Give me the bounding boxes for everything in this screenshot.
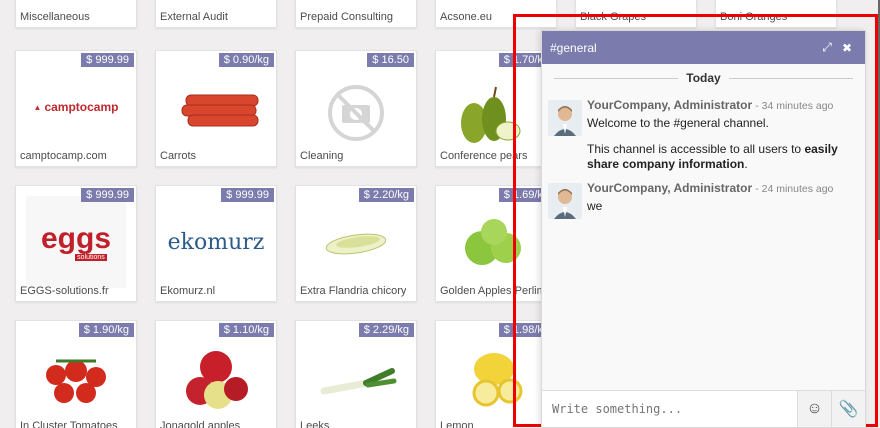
avatar[interactable] <box>548 100 582 136</box>
chat-message: YourCompany, Administrator - 24 minutes … <box>542 181 865 220</box>
price-badge: $ 16.50 <box>367 53 414 67</box>
product-name: Leeks <box>300 420 330 428</box>
message-text: Welcome to the #general channel. <box>587 116 769 130</box>
message-author[interactable]: YourCompany, Administrator <box>587 98 752 112</box>
product-name: camptocamp.com <box>20 150 107 162</box>
price-badge: $ 999.99 <box>81 188 134 202</box>
product-card[interactable]: ekomurz $ 999.99 Ekomurz.nl <box>155 185 277 302</box>
product-card[interactable]: Prepaid Consulting <box>295 0 417 28</box>
date-label: Today <box>678 71 729 85</box>
product-card[interactable]: $ 2.20/kg Extra Flandria chicory <box>295 185 417 302</box>
chicory-image <box>306 196 406 288</box>
product-card[interactable]: $ 16.50 Cleaning <box>295 50 417 167</box>
product-name: Lemon <box>440 420 474 428</box>
emoji-icon[interactable]: ☺ <box>797 391 831 427</box>
eggs-logo: eggs solutions <box>26 196 126 288</box>
price-badge: $ 1.10/kg <box>218 323 274 337</box>
product-name: External Audit <box>160 11 228 23</box>
product-name: EGGS-solutions.fr <box>20 285 109 297</box>
avatar[interactable] <box>548 183 582 220</box>
ekomurz-logo: ekomurz <box>166 196 266 288</box>
product-name: Miscellaneous <box>20 11 90 23</box>
price-badge: $ 0.90/kg <box>218 53 274 67</box>
product-name: In Cluster Tomatoes <box>20 420 118 428</box>
logo-text: eggs <box>40 221 112 255</box>
product-name: Ekomurz.nl <box>160 285 216 297</box>
product-name: Jonagold apples <box>160 420 241 428</box>
product-card[interactable]: $ 0.90/kg Carrots <box>155 50 277 167</box>
message-time: - 34 minutes ago <box>755 100 834 112</box>
camptocamp-logo: ▲ camptocamp <box>33 100 119 114</box>
chat-header[interactable]: #general ⤢ ✖ <box>542 31 865 64</box>
logo-sub: solutions <box>75 253 107 261</box>
message-text-part: This channel is accessible to all users … <box>587 142 805 157</box>
price-badge: $ 999.99 <box>81 53 134 67</box>
product-card[interactable]: $ 1.10/kg Jonagold apples <box>155 320 277 428</box>
product-name: Carrots <box>160 150 197 162</box>
product-card[interactable]: Miscellaneous <box>15 0 137 28</box>
message-text: we <box>587 199 603 214</box>
chat-composer: ☺ 📎 <box>542 390 865 427</box>
product-name: Acsone.eu <box>440 11 492 23</box>
price-badge: $ 1.90/kg <box>78 323 134 337</box>
leeks-image <box>306 331 406 423</box>
price-badge: $ 999.99 <box>221 188 274 202</box>
product-name: Cleaning <box>300 150 344 162</box>
logo-text: camptocamp <box>44 100 119 114</box>
logo-text: ekomurz <box>167 229 265 255</box>
chat-message: YourCompany, Administrator - 34 minutes … <box>542 98 865 171</box>
message-text-part: . <box>744 156 748 171</box>
message-input[interactable] <box>542 391 797 427</box>
expand-icon[interactable]: ⤢ <box>817 40 837 55</box>
price-badge: $ 2.29/kg <box>358 323 414 337</box>
product-name: Prepaid Consulting <box>300 11 393 23</box>
chat-window: #general ⤢ ✖ Today YourCompany, Administ… <box>541 30 866 428</box>
carrots-image <box>166 61 266 153</box>
date-separator: Today <box>542 64 865 92</box>
product-card[interactable]: eggs solutions $ 999.99 EGGS-solutions.f… <box>15 185 137 302</box>
close-icon[interactable]: ✖ <box>837 41 857 55</box>
price-badge: $ 2.20/kg <box>358 188 414 202</box>
red-apples-image <box>166 331 266 423</box>
product-card[interactable]: ▲ camptocamp $ 999.99 camptocamp.com <box>15 50 137 167</box>
chat-title: #general <box>550 40 597 55</box>
product-card[interactable]: $ 1.90/kg In Cluster Tomatoes <box>15 320 137 428</box>
attachment-icon[interactable]: 📎 <box>831 391 865 427</box>
product-name: Extra Flandria chicory <box>300 285 407 297</box>
product-card[interactable]: $ 2.29/kg Leeks <box>295 320 417 428</box>
product-card[interactable]: External Audit <box>155 0 277 28</box>
no-image-icon <box>306 61 406 153</box>
tomatoes-image <box>26 331 126 423</box>
message-author[interactable]: YourCompany, Administrator <box>587 181 752 195</box>
message-text: This channel is accessible to all users … <box>587 142 847 171</box>
chat-thread: Today YourCompany, Administrator - 34 mi… <box>542 64 865 390</box>
message-time: - 24 minutes ago <box>755 183 834 196</box>
